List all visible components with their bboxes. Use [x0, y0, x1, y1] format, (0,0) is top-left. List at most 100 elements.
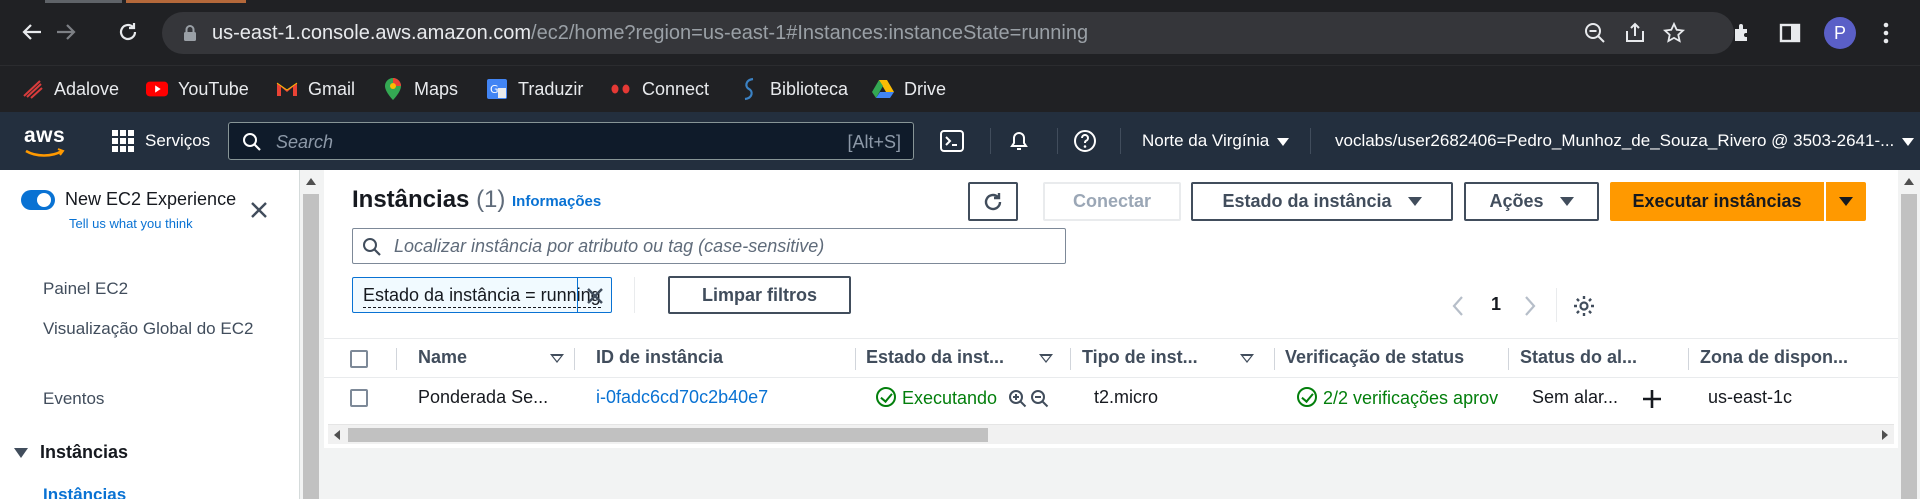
- chevron-right-icon: [1525, 296, 1536, 316]
- grid-icon: [112, 130, 134, 152]
- info-link[interactable]: Informações: [512, 193, 601, 210]
- account-menu[interactable]: voclabs/user2682406=Pedro_Munhoz_de_Souz…: [1335, 131, 1915, 151]
- feedback-link[interactable]: Tell us what you think: [69, 216, 193, 231]
- cloudshell-button[interactable]: [938, 127, 966, 155]
- remove-filter-icon[interactable]: [583, 284, 607, 308]
- region-selector[interactable]: Norte da Virgínia: [1142, 131, 1290, 151]
- instance-id-link[interactable]: i-0fadc6cd70c2b40e7: [596, 387, 768, 408]
- help-icon: [1074, 130, 1096, 152]
- gear-icon: [1574, 296, 1594, 316]
- browser-toolbar: us-east-1.console.aws.amazon.com/ec2/hom…: [0, 0, 1920, 65]
- scrollbar-thumb[interactable]: [1901, 194, 1917, 499]
- sidebar-scrollbar[interactable]: [300, 170, 322, 499]
- aws-search-input[interactable]: Search [Alt+S]: [228, 122, 914, 160]
- lock-icon[interactable]: [182, 24, 198, 42]
- scrollbar-thumb[interactable]: [348, 428, 988, 442]
- sort-icon[interactable]: [1240, 354, 1254, 363]
- gmail-icon: [276, 78, 298, 100]
- table-header: Name ID de instância Estado da inst... T…: [324, 338, 1898, 378]
- sidebar-item-global-view[interactable]: Visualização Global do EC2: [43, 314, 273, 344]
- share-icon[interactable]: [1624, 22, 1646, 44]
- instance-state-button[interactable]: Estado da instância: [1191, 182, 1453, 221]
- forward-button[interactable]: [48, 14, 84, 50]
- bookmark-youtube[interactable]: YouTube: [146, 75, 249, 103]
- sidebar-item-events[interactable]: Eventos: [43, 384, 104, 414]
- sidebar-section-instances[interactable]: Instâncias: [14, 442, 128, 463]
- reload-icon: [119, 23, 137, 41]
- scrollbar-thumb[interactable]: [303, 194, 319, 499]
- star-icon[interactable]: [1663, 22, 1685, 44]
- scroll-up-icon[interactable]: [306, 178, 316, 185]
- bookmark-label: Adalove: [54, 78, 120, 99]
- zoom-in-icon[interactable]: [1008, 389, 1028, 409]
- table-row[interactable]: Ponderada Se... i-0fadc6cd70c2b40e7 Exec…: [324, 378, 1898, 418]
- bookmark-maps[interactable]: Maps: [382, 75, 458, 103]
- menu-button[interactable]: [1871, 18, 1901, 48]
- profile-avatar[interactable]: P: [1824, 17, 1856, 49]
- column-header-state[interactable]: Estado da inst...: [866, 347, 1004, 368]
- sort-icon[interactable]: [1039, 354, 1053, 363]
- new-experience-toggle[interactable]: [21, 190, 55, 210]
- services-menu[interactable]: Serviços: [112, 130, 210, 152]
- next-page-button[interactable]: [1520, 293, 1540, 319]
- extensions-icon[interactable]: [1728, 18, 1758, 48]
- scroll-left-icon[interactable]: [334, 430, 340, 440]
- bookmark-label: Biblioteca: [770, 78, 849, 99]
- add-alarm-icon[interactable]: [1641, 388, 1663, 410]
- zoom-out-icon[interactable]: [1584, 22, 1606, 44]
- sidebar-item-dashboard[interactable]: Painel EC2: [43, 274, 128, 304]
- bookmark-connect[interactable]: Connect: [610, 75, 709, 103]
- table-horizontal-scrollbar[interactable]: [328, 424, 1894, 444]
- address-bar[interactable]: us-east-1.console.aws.amazon.com/ec2/hom…: [162, 12, 1734, 54]
- instance-filter-input[interactable]: Localizar instância por atributo ou tag …: [352, 228, 1066, 264]
- url-text[interactable]: us-east-1.console.aws.amazon.com/ec2/hom…: [212, 22, 1088, 45]
- back-button[interactable]: [14, 14, 50, 50]
- column-header-type[interactable]: Tipo de inst...: [1082, 347, 1198, 368]
- bookmark-traduzir[interactable]: G Traduzir: [486, 75, 583, 103]
- panel-icon: [1779, 23, 1801, 43]
- launch-dropdown-button[interactable]: [1826, 182, 1866, 221]
- page-scrollbar[interactable]: [1898, 170, 1920, 499]
- bookmark-gmail[interactable]: Gmail: [276, 75, 355, 103]
- actions-button[interactable]: Ações: [1464, 182, 1599, 221]
- clear-filters-button[interactable]: Limpar filtros: [668, 276, 851, 314]
- bookmark-drive[interactable]: Drive: [872, 75, 946, 103]
- column-header-zone[interactable]: Zona de dispon...: [1700, 347, 1848, 368]
- refresh-button[interactable]: [968, 182, 1018, 221]
- column-header-status-check[interactable]: Verificação de status: [1285, 347, 1464, 368]
- bookmark-adalove[interactable]: Adalove: [22, 75, 119, 103]
- page-number[interactable]: 1: [1491, 294, 1501, 315]
- select-all-checkbox[interactable]: [350, 350, 368, 368]
- pager-divider: [1556, 288, 1557, 322]
- zoom-out-icon[interactable]: [1030, 389, 1050, 409]
- launch-instances-button[interactable]: Executar instâncias: [1610, 182, 1824, 221]
- reload-button[interactable]: [110, 14, 146, 50]
- table-settings-button[interactable]: [1570, 293, 1598, 319]
- prev-page-button[interactable]: [1448, 293, 1468, 319]
- filter-token-label[interactable]: Estado da instância = running: [363, 285, 601, 308]
- instance-type: t2.micro: [1094, 387, 1159, 407]
- bookmark-biblioteca[interactable]: Biblioteca: [738, 75, 848, 103]
- help-button[interactable]: [1071, 127, 1099, 155]
- launch-label: Executar instâncias: [1632, 191, 1802, 211]
- column-header-alarm-status[interactable]: Status do al...: [1520, 347, 1637, 368]
- column-header-instance-id[interactable]: ID de instância: [596, 347, 723, 368]
- tab-indicator[interactable]: [45, 0, 122, 3]
- side-panel-icon[interactable]: [1775, 18, 1805, 48]
- sidebar-item-instances[interactable]: Instâncias: [43, 485, 126, 499]
- scroll-up-icon[interactable]: [1904, 178, 1914, 185]
- scroll-right-icon[interactable]: [1882, 430, 1888, 440]
- filter-token[interactable]: Estado da instância = running: [352, 277, 612, 313]
- row-checkbox[interactable]: [350, 389, 368, 407]
- close-icon[interactable]: [247, 198, 271, 222]
- aws-logo[interactable]: aws: [24, 124, 68, 158]
- filter-divider: [634, 277, 635, 313]
- sort-icon[interactable]: [550, 354, 564, 363]
- bookmark-label: Maps: [414, 78, 459, 99]
- tab-indicator-active[interactable]: [126, 0, 246, 3]
- column-header-name[interactable]: Name: [418, 347, 467, 368]
- notifications-button[interactable]: [1005, 127, 1033, 155]
- instance-name[interactable]: Ponderada Se...: [418, 387, 548, 408]
- connect-button[interactable]: Conectar: [1043, 182, 1181, 221]
- bookmark-label: Connect: [642, 78, 710, 99]
